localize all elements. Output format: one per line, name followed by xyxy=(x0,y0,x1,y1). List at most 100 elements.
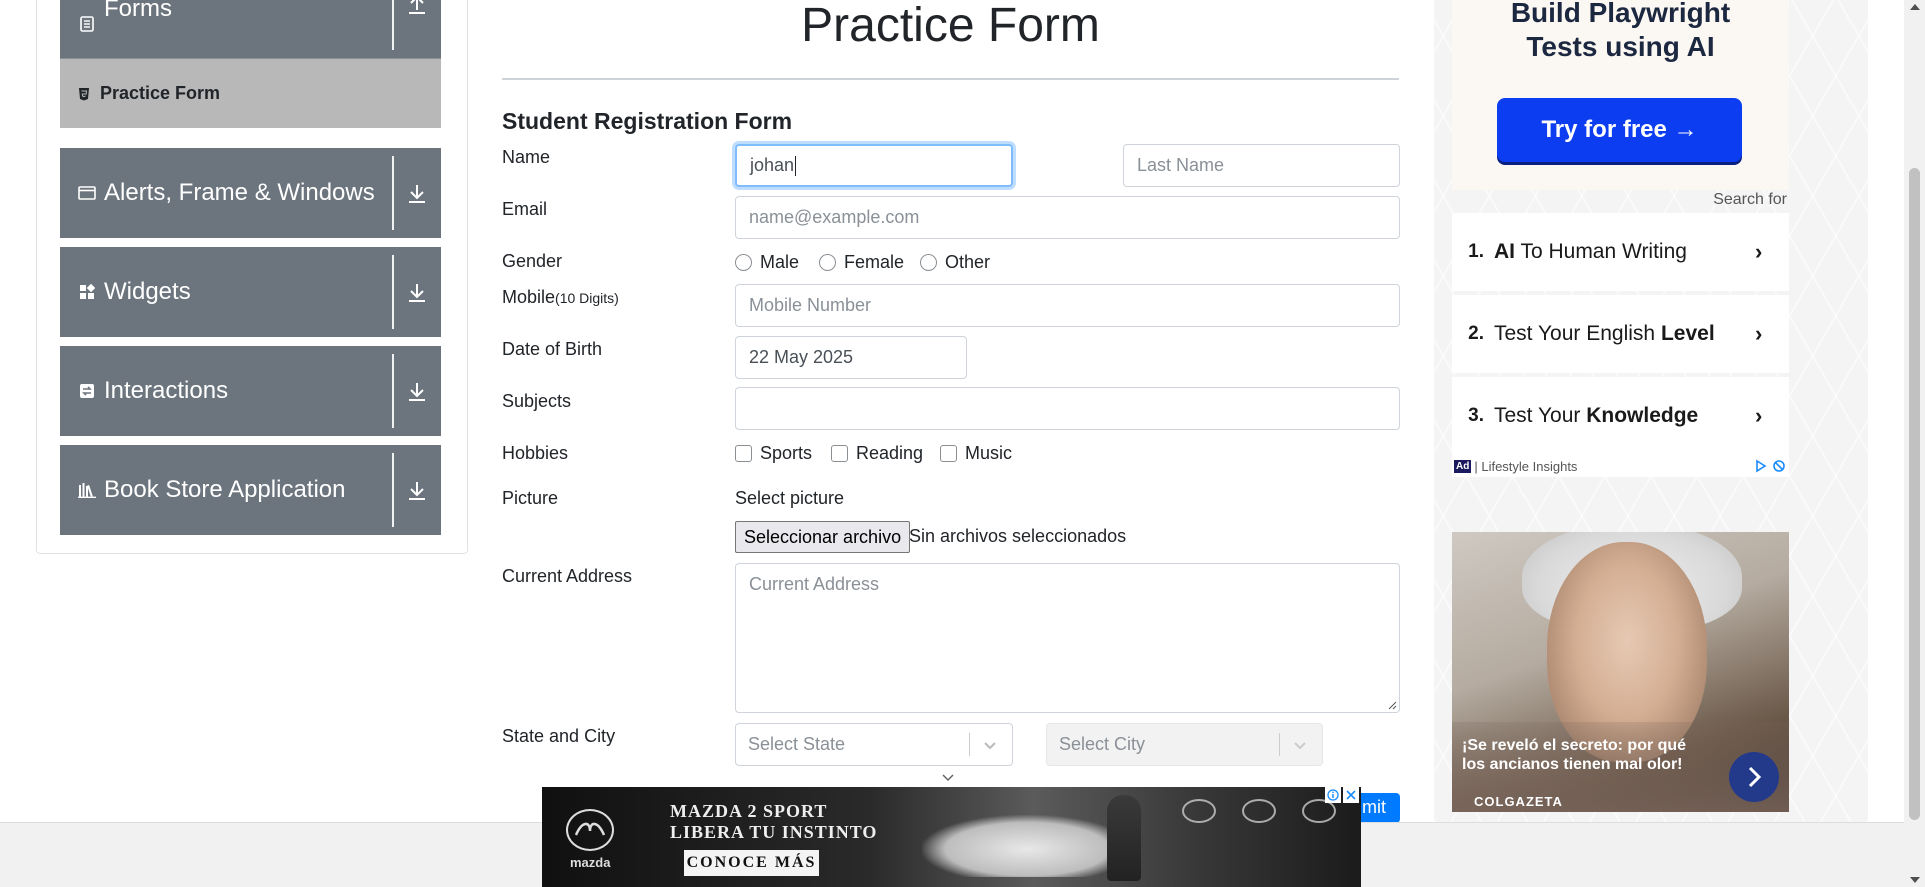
expand-down-icon[interactable] xyxy=(403,278,431,306)
last-name-input[interactable]: Last Name xyxy=(1123,144,1400,187)
state-city-label: State and City xyxy=(502,726,616,746)
item-rest: To Human Writing xyxy=(1515,240,1687,263)
gender-female-radio[interactable]: Female xyxy=(819,252,904,273)
collapse-up-icon[interactable] xyxy=(403,0,431,18)
chevron-down-icon[interactable] xyxy=(980,735,1000,755)
ad-search-item[interactable]: 1. AI To Human Writing › xyxy=(1452,213,1789,291)
item-text: Test Your Knowledge xyxy=(1494,404,1755,428)
subjects-label: Subjects xyxy=(502,391,572,411)
ad-headline-line1: Build Playwright xyxy=(1510,0,1731,28)
select-divider xyxy=(969,733,970,756)
ad-headline: Build Playwright Tests using AI xyxy=(1452,0,1789,64)
current-address-label: Current Address xyxy=(502,566,633,586)
radio-label: Male xyxy=(760,252,800,272)
mobile-input[interactable]: Mobile Number xyxy=(735,284,1400,327)
hobby-music-checkbox[interactable]: Music xyxy=(940,443,1012,464)
adchoices-icon[interactable] xyxy=(1755,459,1789,473)
checkbox-label: Music xyxy=(965,443,1013,463)
current-address-textarea[interactable]: Current Address xyxy=(735,563,1400,713)
sidebar-group-alerts[interactable]: Alerts, Frame & Windows xyxy=(60,148,441,238)
dob-label: Date of Birth xyxy=(502,339,603,359)
gender-label: Gender xyxy=(502,251,563,271)
sidebar-item-practice-form[interactable]: Practice Form xyxy=(60,58,441,128)
hobby-sports-checkbox[interactable]: Sports xyxy=(735,443,812,464)
search-for-label: Search for xyxy=(1713,191,1787,208)
chevron-right-icon: › xyxy=(1755,321,1763,346)
scroll-down-icon[interactable] xyxy=(1910,877,1920,883)
banner-headline-line1: MAZDA 2 SPORT xyxy=(670,801,828,821)
ad-caption: ¡Se reveló el secreto: por qué los ancia… xyxy=(1462,737,1687,773)
mazda-banner-ad[interactable]: mazda MAZDA 2 SPORT LIBERA TU INSTINTO C… xyxy=(542,787,1361,887)
chevron-right-icon: › xyxy=(1755,239,1763,264)
item-pre: Test Your xyxy=(1494,404,1587,427)
mazda-wordmark: mazda xyxy=(570,855,611,870)
checkbox-box[interactable] xyxy=(831,445,848,462)
scroll-up-icon[interactable] xyxy=(1910,4,1920,10)
info-icon[interactable] xyxy=(1325,787,1341,803)
sidebar-group-widgets[interactable]: Widgets xyxy=(60,247,441,337)
hobby-reading-checkbox[interactable]: Reading xyxy=(831,443,923,464)
file-status: Sin archivos seleccionados xyxy=(909,526,1127,546)
subjects-input[interactable] xyxy=(735,387,1400,430)
first-name-value: johan xyxy=(750,155,795,175)
arrow-right-icon[interactable] xyxy=(1729,752,1779,802)
ad-headline-line2: Tests using AI xyxy=(1526,31,1715,62)
ad-search-item[interactable]: 2. Test Your English Level › xyxy=(1452,295,1789,373)
expand-down-icon[interactable] xyxy=(403,179,431,207)
page-title: Practice Form xyxy=(801,0,1100,52)
radio-circle[interactable] xyxy=(920,254,937,271)
html5-icon xyxy=(78,87,92,101)
first-name-input[interactable]: johan xyxy=(735,144,1013,187)
radio-circle[interactable] xyxy=(735,254,752,271)
books-icon xyxy=(78,481,96,499)
feature-icon xyxy=(1182,799,1216,823)
scrollbar-thumb[interactable] xyxy=(1909,168,1920,820)
sidebar-group-label: Alerts, Frame & Windows xyxy=(104,179,375,206)
city-select[interactable]: Select City xyxy=(1046,723,1323,766)
resize-handle-icon[interactable] xyxy=(1387,700,1397,710)
sidebar-group-book-store[interactable]: Book Store Application xyxy=(60,445,441,535)
mobile-label: Mobile(10 Digits) xyxy=(502,287,619,308)
state-select[interactable]: Select State xyxy=(735,723,1013,766)
item-text: Test Your English Level xyxy=(1494,322,1755,346)
expand-down-icon[interactable] xyxy=(403,476,431,504)
sidebar-group-label: Book Store Application xyxy=(104,476,346,503)
item-text: AI To Human Writing xyxy=(1494,240,1755,264)
divider xyxy=(392,156,394,230)
email-input[interactable]: name@example.com xyxy=(735,196,1400,239)
text-caret xyxy=(795,155,797,176)
checkbox-box[interactable] xyxy=(940,445,957,462)
gender-male-radio[interactable]: Male xyxy=(735,252,799,273)
select-picture-label: Select picture xyxy=(735,488,845,508)
playwright-ad[interactable]: Build Playwright Tests using AI Try for … xyxy=(1452,0,1789,190)
sidebar-group-forms[interactable]: Forms xyxy=(60,0,441,58)
car-image xyxy=(922,815,1132,877)
vertical-scrollbar[interactable] xyxy=(1904,0,1925,887)
choose-file-button[interactable]: Seleccionar archivo xyxy=(735,521,911,553)
sidebar-group-label: Forms xyxy=(104,0,172,22)
sidebar-group-interactions[interactable]: Interactions xyxy=(60,346,441,436)
expand-down-icon[interactable] xyxy=(403,377,431,405)
mobile-hint: (10 Digits) xyxy=(555,290,619,306)
dob-input[interactable]: 22 May 2025 xyxy=(735,336,967,379)
divider xyxy=(392,0,394,50)
document-icon xyxy=(78,15,96,33)
ad-brand: COLGAZETA xyxy=(1474,794,1563,809)
sponsored-photo-ad[interactable]: ¡Se reveló el secreto: por qué los ancia… xyxy=(1452,532,1789,812)
try-for-free-button[interactable]: Try for free → xyxy=(1497,98,1742,162)
close-icon[interactable] xyxy=(1343,787,1359,803)
chevron-down-icon xyxy=(942,774,954,782)
hobbies-label: Hobbies xyxy=(502,443,569,463)
title-divider xyxy=(502,78,1399,80)
checkbox-label: Sports xyxy=(760,443,813,463)
gender-other-radio[interactable]: Other xyxy=(920,252,990,273)
radio-label: Other xyxy=(945,252,991,272)
sidebar-group-label: Widgets xyxy=(104,278,191,305)
picture-label: Picture xyxy=(502,488,559,508)
checkbox-box[interactable] xyxy=(735,445,752,462)
conoce-mas-button[interactable]: CONOCE MÁS xyxy=(684,850,819,876)
city-placeholder: Select City xyxy=(1059,734,1146,754)
radio-circle[interactable] xyxy=(819,254,836,271)
ad-search-item[interactable]: 3. Test Your Knowledge › xyxy=(1452,377,1789,455)
chevron-down-icon[interactable] xyxy=(1290,735,1310,755)
